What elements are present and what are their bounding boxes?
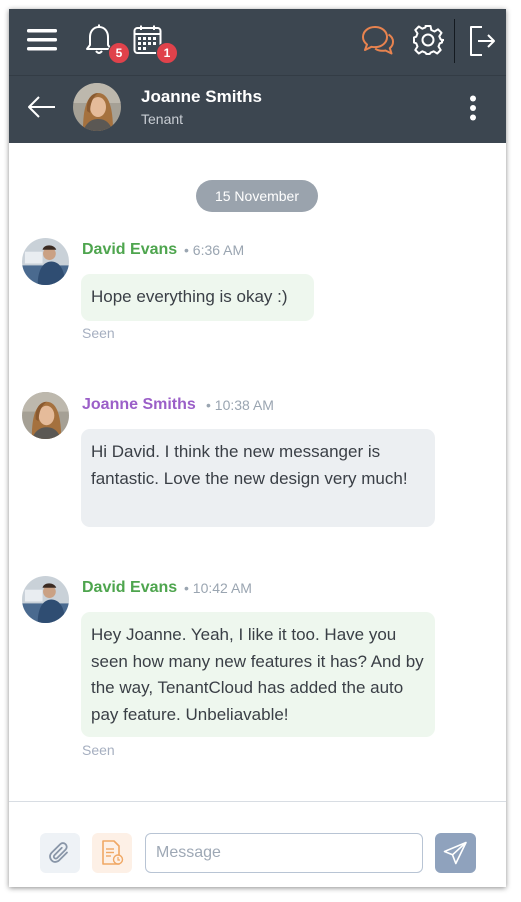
document-icon (102, 840, 124, 865)
contact-role: Tenant (141, 111, 184, 127)
gear-icon[interactable] (412, 24, 444, 56)
more-vertical-icon[interactable] (469, 95, 477, 121)
message-status: Seen (82, 742, 115, 758)
message-bubble: Hi David. I think the new messanger is f… (81, 429, 435, 527)
contact-name: Joanne Smiths (141, 87, 262, 106)
message-bubble: Hope everything is okay :) (81, 274, 314, 321)
message-sender-name: David Evans (82, 241, 178, 258)
app-header: 5 1 Joanne Smiths Tenant (9, 9, 506, 143)
menu-icon[interactable] (27, 29, 57, 51)
calendar-badge: 1 (156, 42, 178, 64)
logout-icon[interactable] (469, 25, 497, 57)
attach-button[interactable] (40, 833, 80, 873)
message-time: • 10:42 AM (184, 580, 252, 596)
sender-avatar (22, 238, 69, 285)
send-button[interactable] (435, 833, 476, 873)
header-separator (9, 75, 506, 76)
message-bubble: Hey Joanne. Yeah, I like it too. Have yo… (81, 612, 435, 737)
message-status: Seen (82, 325, 115, 341)
message-time: • 6:36 AM (184, 242, 245, 258)
notifications-badge: 5 (108, 42, 130, 64)
document-button[interactable] (92, 833, 132, 873)
message-input[interactable] (145, 833, 423, 873)
composer-divider (9, 801, 506, 802)
contact-avatar[interactable] (73, 83, 121, 131)
message-time: • 10:38 AM (206, 397, 274, 413)
back-arrow-icon[interactable] (27, 95, 57, 119)
header-divider (454, 19, 455, 63)
message-sender-name: Joanne Smiths (82, 396, 196, 413)
message-sender-name: David Evans (82, 579, 178, 596)
send-icon (443, 841, 467, 865)
sender-avatar (22, 576, 69, 623)
paperclip-icon (49, 842, 68, 863)
chat-icon[interactable] (361, 25, 395, 57)
date-divider: 15 November (196, 180, 318, 212)
app-frame: 5 1 Joanne Smiths Tenant 15 November Dav… (9, 9, 506, 887)
sender-avatar (22, 392, 69, 439)
